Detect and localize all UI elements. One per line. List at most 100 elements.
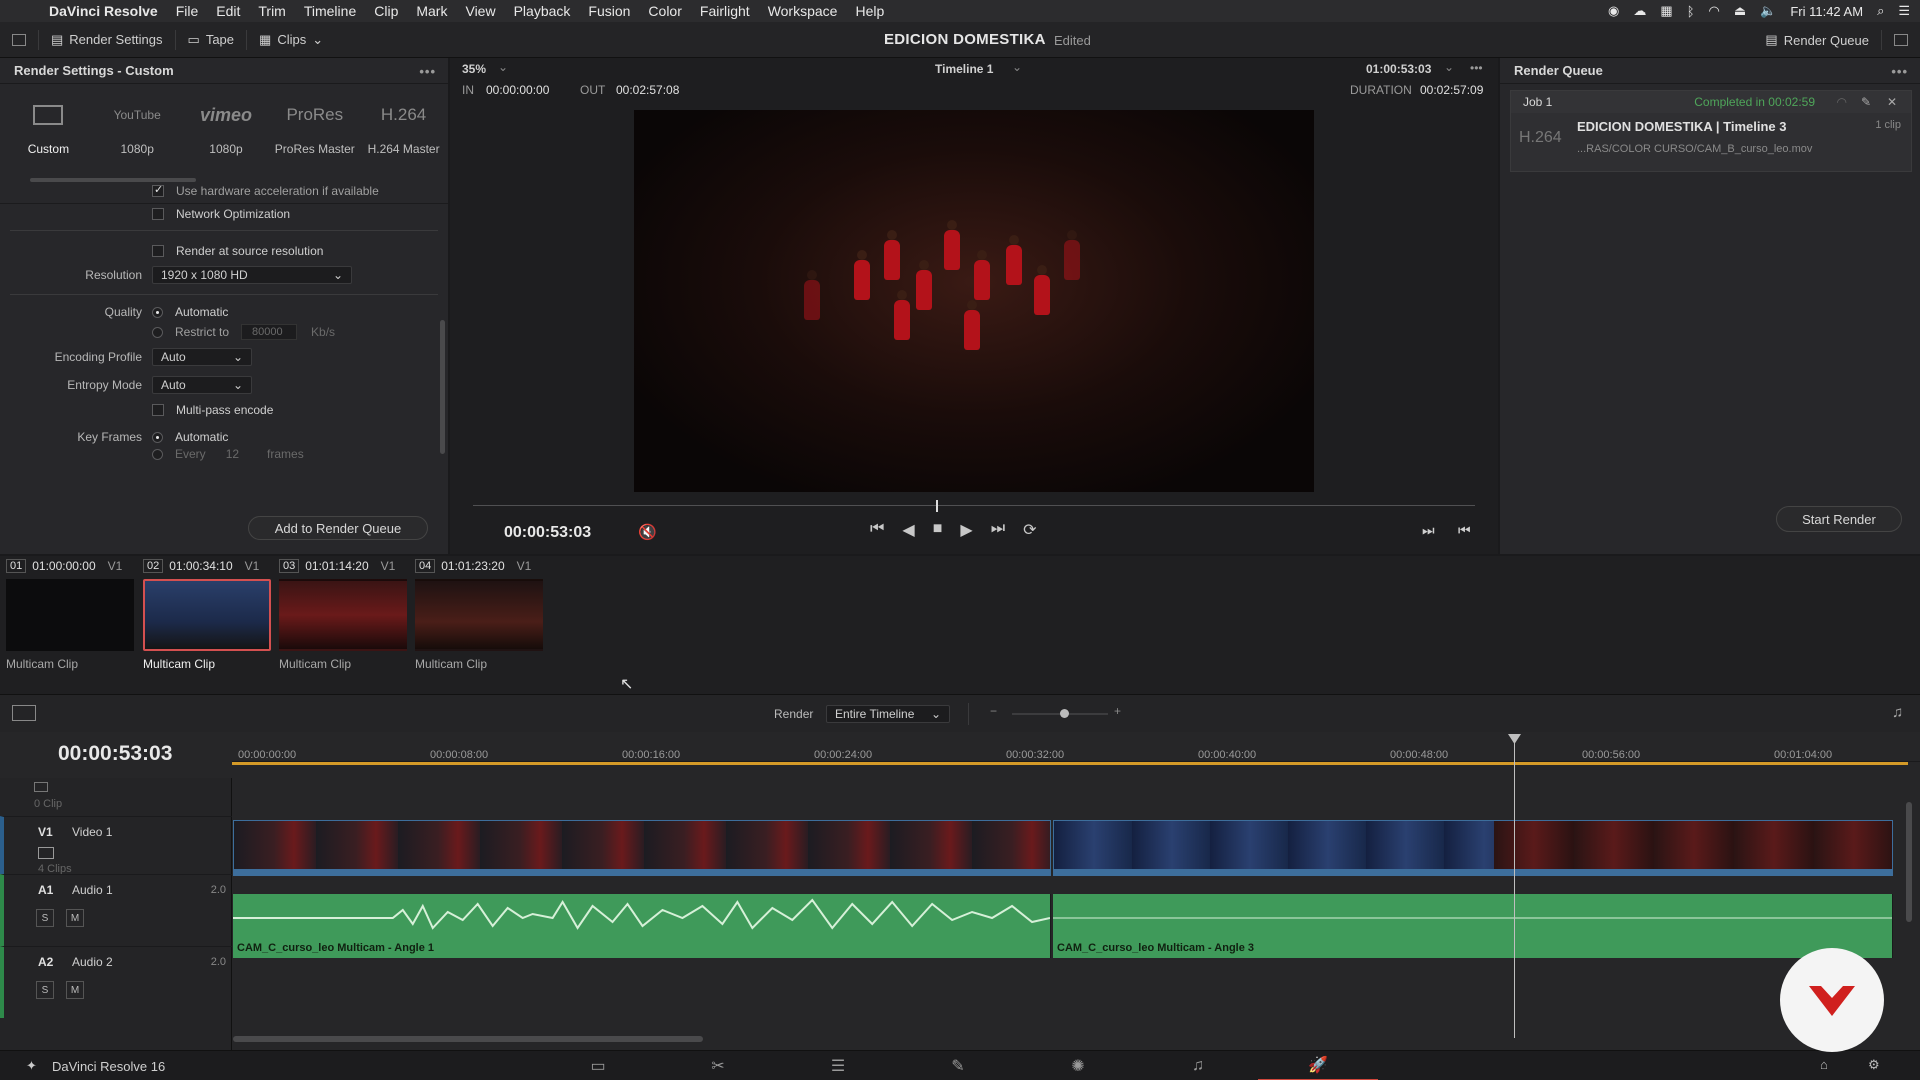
next-clip-icon[interactable]: ⏭ bbox=[1422, 522, 1435, 539]
a2-mute-button[interactable]: M bbox=[66, 981, 84, 999]
timeline-ruler[interactable]: 00:00:00:00 00:00:08:00 00:00:16:00 00:0… bbox=[232, 732, 1920, 762]
go-to-end-icon[interactable]: ⏭ bbox=[991, 520, 1005, 540]
clip-item[interactable]: 02 01:00:34:10 V1 Multicam Clip bbox=[143, 556, 277, 671]
stop-icon[interactable]: ■ bbox=[933, 520, 943, 540]
keyframes-auto-radio[interactable] bbox=[152, 431, 163, 443]
notification-center-icon[interactable]: ☰ bbox=[1898, 3, 1910, 19]
spotlight-icon[interactable]: ⌕ bbox=[1877, 3, 1884, 19]
video-preview[interactable] bbox=[634, 110, 1314, 492]
a1-name[interactable]: Audio 1 bbox=[72, 883, 113, 897]
loop-icon[interactable]: ⟳ bbox=[1023, 520, 1036, 540]
start-render-button[interactable]: Start Render bbox=[1776, 506, 1902, 532]
render-range-select[interactable]: Entire Timeline ⌄ bbox=[826, 705, 950, 723]
dropbox-icon[interactable]: ▦ bbox=[1660, 3, 1672, 19]
record-icon[interactable]: ◉ bbox=[1608, 3, 1619, 19]
restrict-radio[interactable] bbox=[152, 326, 163, 338]
zoom-out-icon[interactable]: − bbox=[990, 704, 997, 718]
menu-mark[interactable]: Mark bbox=[407, 3, 456, 19]
wifi-icon[interactable]: ◠ bbox=[1709, 3, 1720, 19]
video-clip[interactable] bbox=[233, 820, 1051, 876]
eject-icon[interactable]: ⏏ bbox=[1734, 3, 1746, 19]
more-options-icon[interactable]: ••• bbox=[419, 64, 436, 79]
network-opt-checkbox[interactable] bbox=[152, 208, 164, 220]
gear-icon[interactable]: ⚙ bbox=[1868, 1057, 1880, 1073]
encoding-select[interactable]: Auto ⌄ bbox=[152, 348, 252, 366]
timeline-vertical-scrollbar[interactable] bbox=[1906, 802, 1912, 922]
home-icon[interactable]: ⌂ bbox=[1820, 1057, 1828, 1072]
zoom-slider-handle[interactable] bbox=[1060, 709, 1069, 718]
render-settings-button[interactable]: ▤ Render Settings bbox=[39, 22, 175, 58]
volume-icon[interactable]: 🔈 bbox=[1760, 3, 1776, 19]
audio-clip[interactable]: CAM_C_curso_leo Multicam - Angle 3 bbox=[1053, 894, 1893, 958]
go-to-start-icon[interactable]: ⏮ bbox=[870, 520, 884, 540]
clip-thumbnail[interactable] bbox=[6, 579, 134, 651]
menu-workspace[interactable]: Workspace bbox=[759, 3, 847, 19]
clip-thumbnail[interactable] bbox=[143, 579, 271, 651]
close-icon[interactable]: ✕ bbox=[1887, 95, 1897, 109]
settings-scrollbar[interactable] bbox=[440, 320, 445, 454]
a1-solo-button[interactable]: S bbox=[36, 909, 54, 927]
timeline-playhead[interactable] bbox=[1514, 738, 1515, 1038]
previous-clip-icon[interactable]: ⏮ bbox=[1458, 522, 1471, 539]
menu-clock[interactable]: Fri 11:42 AM bbox=[1790, 4, 1863, 19]
panel-toggle-button[interactable] bbox=[0, 22, 38, 58]
scrubber-playhead[interactable] bbox=[936, 500, 938, 512]
out-value[interactable]: 00:02:57:08 bbox=[616, 83, 679, 97]
chevron-down-icon[interactable]: ⌄ bbox=[1444, 60, 1454, 74]
menu-playback[interactable]: Playback bbox=[505, 3, 580, 19]
menu-trim[interactable]: Trim bbox=[249, 3, 294, 19]
more-options-icon[interactable]: ••• bbox=[1470, 61, 1483, 75]
clip-thumbnail[interactable] bbox=[279, 579, 407, 651]
video-clip[interactable] bbox=[1053, 820, 1893, 876]
media-page-tab[interactable]: ▭ bbox=[538, 1051, 658, 1080]
timeline-name[interactable]: Timeline 1 bbox=[935, 62, 993, 76]
menu-app-name[interactable]: DaVinci Resolve bbox=[40, 3, 167, 19]
viewer-scrubber[interactable] bbox=[473, 505, 1475, 506]
menu-view[interactable]: View bbox=[456, 3, 504, 19]
menu-file[interactable]: File bbox=[167, 3, 208, 19]
menu-fusion[interactable]: Fusion bbox=[579, 3, 639, 19]
quality-auto-option[interactable]: Automatic bbox=[152, 305, 228, 319]
resolution-select[interactable]: 1920 x 1080 HD ⌄ bbox=[152, 266, 352, 284]
play-icon[interactable]: ▶ bbox=[960, 520, 972, 540]
render-queue-button[interactable]: ▤ Render Queue bbox=[1753, 22, 1881, 58]
render-job[interactable]: Job 1 Completed in 00:02:59 ◠ ✎ ✕ H.264 … bbox=[1510, 90, 1912, 172]
fusion-page-tab[interactable]: ✎ bbox=[898, 1051, 1018, 1080]
menu-color[interactable]: Color bbox=[639, 3, 690, 19]
edit-page-tab[interactable]: ☰ bbox=[778, 1051, 898, 1080]
more-options-icon[interactable]: ••• bbox=[1891, 64, 1908, 79]
menu-help[interactable]: Help bbox=[846, 3, 893, 19]
restrict-input[interactable]: 80000 bbox=[241, 324, 298, 340]
v1-name[interactable]: Video 1 bbox=[72, 825, 112, 839]
source-res-checkbox[interactable] bbox=[152, 245, 164, 257]
collapse-toggle-button[interactable] bbox=[1882, 22, 1920, 58]
audio-clip[interactable]: CAM_C_curso_leo Multicam - Angle 1 bbox=[233, 894, 1051, 958]
preset-scrollbar[interactable] bbox=[30, 178, 196, 182]
clip-thumbnail[interactable] bbox=[415, 579, 543, 651]
tape-button[interactable]: ▭ Tape bbox=[176, 22, 247, 58]
fairlight-page-tab[interactable]: ♫ bbox=[1138, 1051, 1258, 1080]
remote-render-icon[interactable]: ◠ bbox=[1837, 95, 1847, 109]
clip-item[interactable]: 03 01:01:14:20 V1 Multicam Clip bbox=[279, 556, 413, 671]
zoom-in-icon[interactable]: + bbox=[1114, 704, 1121, 718]
color-page-tab[interactable]: ✺ bbox=[1018, 1051, 1138, 1080]
add-to-render-queue-button[interactable]: Add to Render Queue bbox=[248, 516, 428, 540]
menu-fairlight[interactable]: Fairlight bbox=[691, 3, 759, 19]
timeline-view-icon[interactable] bbox=[12, 705, 36, 721]
v1-track-header[interactable]: V1 Video 1 4 Clips bbox=[0, 816, 232, 875]
a2-solo-button[interactable]: S bbox=[36, 981, 54, 999]
multipass-checkbox[interactable] bbox=[152, 404, 164, 416]
clip-item[interactable]: 01 01:00:00:00 V1 Multicam Clip bbox=[6, 556, 140, 671]
zoom-level[interactable]: 35% bbox=[462, 62, 486, 76]
edit-icon[interactable]: ✎ bbox=[1861, 95, 1871, 109]
a2-track-header[interactable]: A2 Audio 2 2.0 S M bbox=[0, 946, 232, 1018]
keyframes-every-radio[interactable] bbox=[152, 448, 163, 460]
in-value[interactable]: 00:00:00:00 bbox=[486, 83, 549, 97]
a1-mute-button[interactable]: M bbox=[66, 909, 84, 927]
timeline-horizontal-scrollbar[interactable] bbox=[233, 1036, 703, 1042]
audio-mute-icon[interactable]: 🔇 bbox=[638, 523, 657, 541]
entropy-select[interactable]: Auto ⌄ bbox=[152, 376, 252, 394]
a1-track-header[interactable]: A1 Audio 1 2.0 S M bbox=[0, 874, 232, 946]
music-note-icon[interactable]: ♫ bbox=[1892, 704, 1903, 721]
play-reverse-icon[interactable]: ◀ bbox=[902, 520, 914, 540]
